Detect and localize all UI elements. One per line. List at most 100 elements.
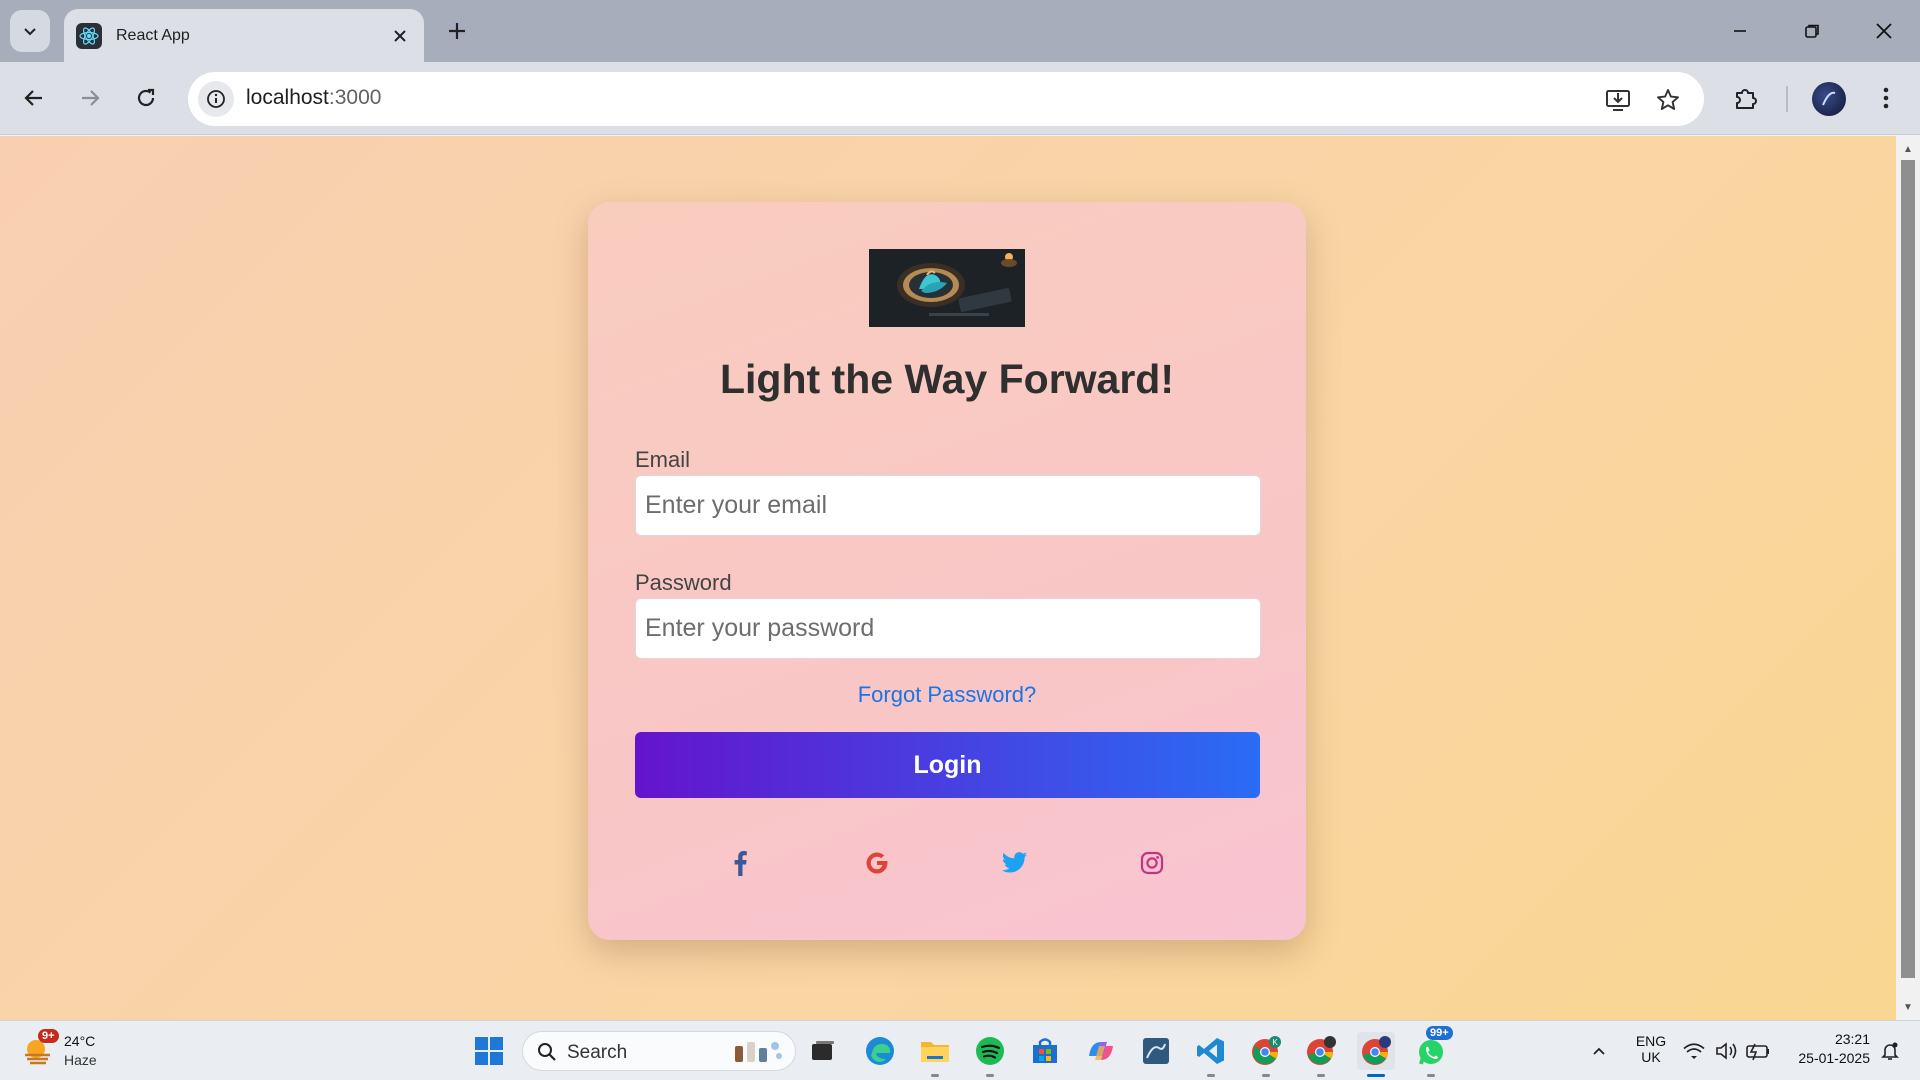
url-port: :3000 (328, 86, 382, 109)
bookmark-button[interactable] (1652, 84, 1684, 116)
twitter-icon (1002, 852, 1027, 873)
twitter-button[interactable] (998, 846, 1032, 880)
running-indicator (1262, 1074, 1270, 1077)
url-text[interactable]: localhost:3000 (246, 86, 381, 110)
toolbar-divider (1786, 86, 1788, 112)
forward-button[interactable] (72, 80, 108, 116)
install-app-icon (1606, 90, 1630, 111)
weather-temperature: 24°C (64, 1033, 96, 1049)
tab-title: React App (116, 26, 190, 44)
arrow-right-icon (82, 90, 100, 106)
copilot-icon (1089, 1042, 1113, 1060)
notifications-button[interactable] (1874, 1032, 1906, 1070)
scroll-up-icon[interactable]: ▲ (1901, 142, 1915, 156)
store-icon (1033, 1038, 1057, 1063)
install-app-button[interactable] (1602, 84, 1634, 116)
running-indicator (986, 1074, 994, 1077)
scroll-thumb[interactable] (1901, 160, 1915, 978)
app-logo (869, 249, 1025, 327)
microsoft-store-app[interactable] (1026, 1032, 1064, 1070)
edge-app[interactable] (861, 1032, 899, 1070)
arrow-left-icon (24, 90, 42, 106)
login-card: Light the Way Forward! Email Password Fo… (588, 202, 1306, 940)
windows-icon (475, 1037, 503, 1065)
site-info-button[interactable] (198, 81, 234, 117)
clock[interactable]: 23:21 25-01-2025 (1780, 1031, 1870, 1066)
search-icon (538, 1043, 556, 1061)
restore-icon (1805, 24, 1819, 38)
file-explorer-app[interactable] (916, 1032, 954, 1077)
puzzle-icon (1736, 89, 1757, 109)
minimize-icon (1734, 30, 1746, 32)
tab-search-button[interactable] (10, 10, 50, 52)
start-button[interactable] (470, 1032, 508, 1070)
chevron-up-icon (1593, 1047, 1605, 1055)
profile-icon (1822, 91, 1836, 106)
instagram-button[interactable] (1135, 846, 1169, 880)
close-window-button[interactable] (1862, 12, 1906, 50)
forgot-password-link[interactable]: Forgot Password? (588, 682, 1306, 708)
task-view-icon (812, 1041, 834, 1060)
running-indicator (931, 1074, 939, 1077)
clock-date: 25-01-2025 (1798, 1050, 1870, 1066)
password-label: Password (635, 570, 732, 595)
browser-menu-button[interactable] (1868, 80, 1904, 116)
language-code: ENG (1635, 1033, 1667, 1049)
vscode-icon (1197, 1038, 1224, 1064)
svg-text:K: K (1272, 1038, 1278, 1047)
show-hidden-icons-button[interactable] (1584, 1032, 1614, 1070)
browser-tab[interactable]: React App (64, 9, 424, 62)
vscode-app[interactable] (1192, 1032, 1230, 1077)
whatsapp-badge: 99+ (1426, 1026, 1453, 1040)
taskbar-search[interactable]: Search (522, 1031, 796, 1071)
restore-button[interactable] (1790, 12, 1834, 50)
copilot-app[interactable] (1082, 1032, 1120, 1070)
minimize-button[interactable] (1718, 12, 1762, 50)
search-highlight-icon (735, 1042, 782, 1062)
weather-description: Haze (64, 1052, 97, 1068)
volume-icon (1716, 1042, 1737, 1060)
running-indicator (1427, 1074, 1435, 1077)
mysql-workbench-app[interactable] (1137, 1032, 1175, 1070)
google-icon (866, 852, 888, 874)
back-button[interactable] (16, 80, 52, 116)
close-icon (1876, 23, 1892, 39)
battery-charging-icon (1746, 1043, 1769, 1061)
taskbar: 9+ 24°C Haze Search K 99+ ENG UK 23:21 2… (0, 1020, 1920, 1080)
running-indicator (1207, 1074, 1215, 1077)
spotify-app[interactable] (971, 1032, 1009, 1077)
email-label: Email (635, 447, 691, 472)
browser-toolbar: localhost:3000 (0, 62, 1920, 135)
language-indicator[interactable]: ENG UK (1628, 1033, 1674, 1065)
instagram-icon (1140, 851, 1164, 875)
email-field[interactable] (635, 475, 1261, 536)
chrome-profile-k-app[interactable]: K (1247, 1032, 1285, 1077)
active-indicator (1367, 1074, 1385, 1077)
whatsapp-app[interactable]: 99+ (1412, 1026, 1453, 1077)
quick-settings-button[interactable] (1680, 1032, 1786, 1070)
task-view-button[interactable] (804, 1032, 842, 1070)
login-button[interactable]: Login (635, 732, 1260, 798)
tab-strip: React App (0, 0, 1920, 62)
extensions-button[interactable] (1728, 80, 1764, 116)
reload-button[interactable] (128, 80, 164, 116)
weather-widget[interactable]: 9+ 24°C Haze (22, 1029, 142, 1071)
password-field[interactable] (635, 598, 1261, 659)
folder-icon (921, 1042, 949, 1062)
address-bar[interactable]: localhost:3000 (188, 72, 1704, 126)
profile-avatar[interactable] (1812, 82, 1846, 116)
chrome-profile-2-app[interactable] (1302, 1032, 1340, 1077)
google-button[interactable] (860, 846, 894, 880)
star-icon (1657, 89, 1679, 110)
new-tab-button[interactable] (440, 14, 474, 48)
page-scrollbar[interactable]: ▲ ▼ (1896, 136, 1920, 1020)
plus-icon (449, 23, 465, 39)
scroll-down-icon[interactable]: ▼ (1901, 1000, 1915, 1014)
language-region: UK (1641, 1049, 1661, 1065)
facebook-button[interactable] (723, 846, 757, 880)
close-tab-icon[interactable] (388, 24, 412, 48)
spotify-icon (976, 1037, 1004, 1065)
running-indicator (1317, 1074, 1325, 1077)
chrome-icon (1307, 1036, 1336, 1065)
chrome-active-app[interactable] (1357, 1032, 1395, 1077)
